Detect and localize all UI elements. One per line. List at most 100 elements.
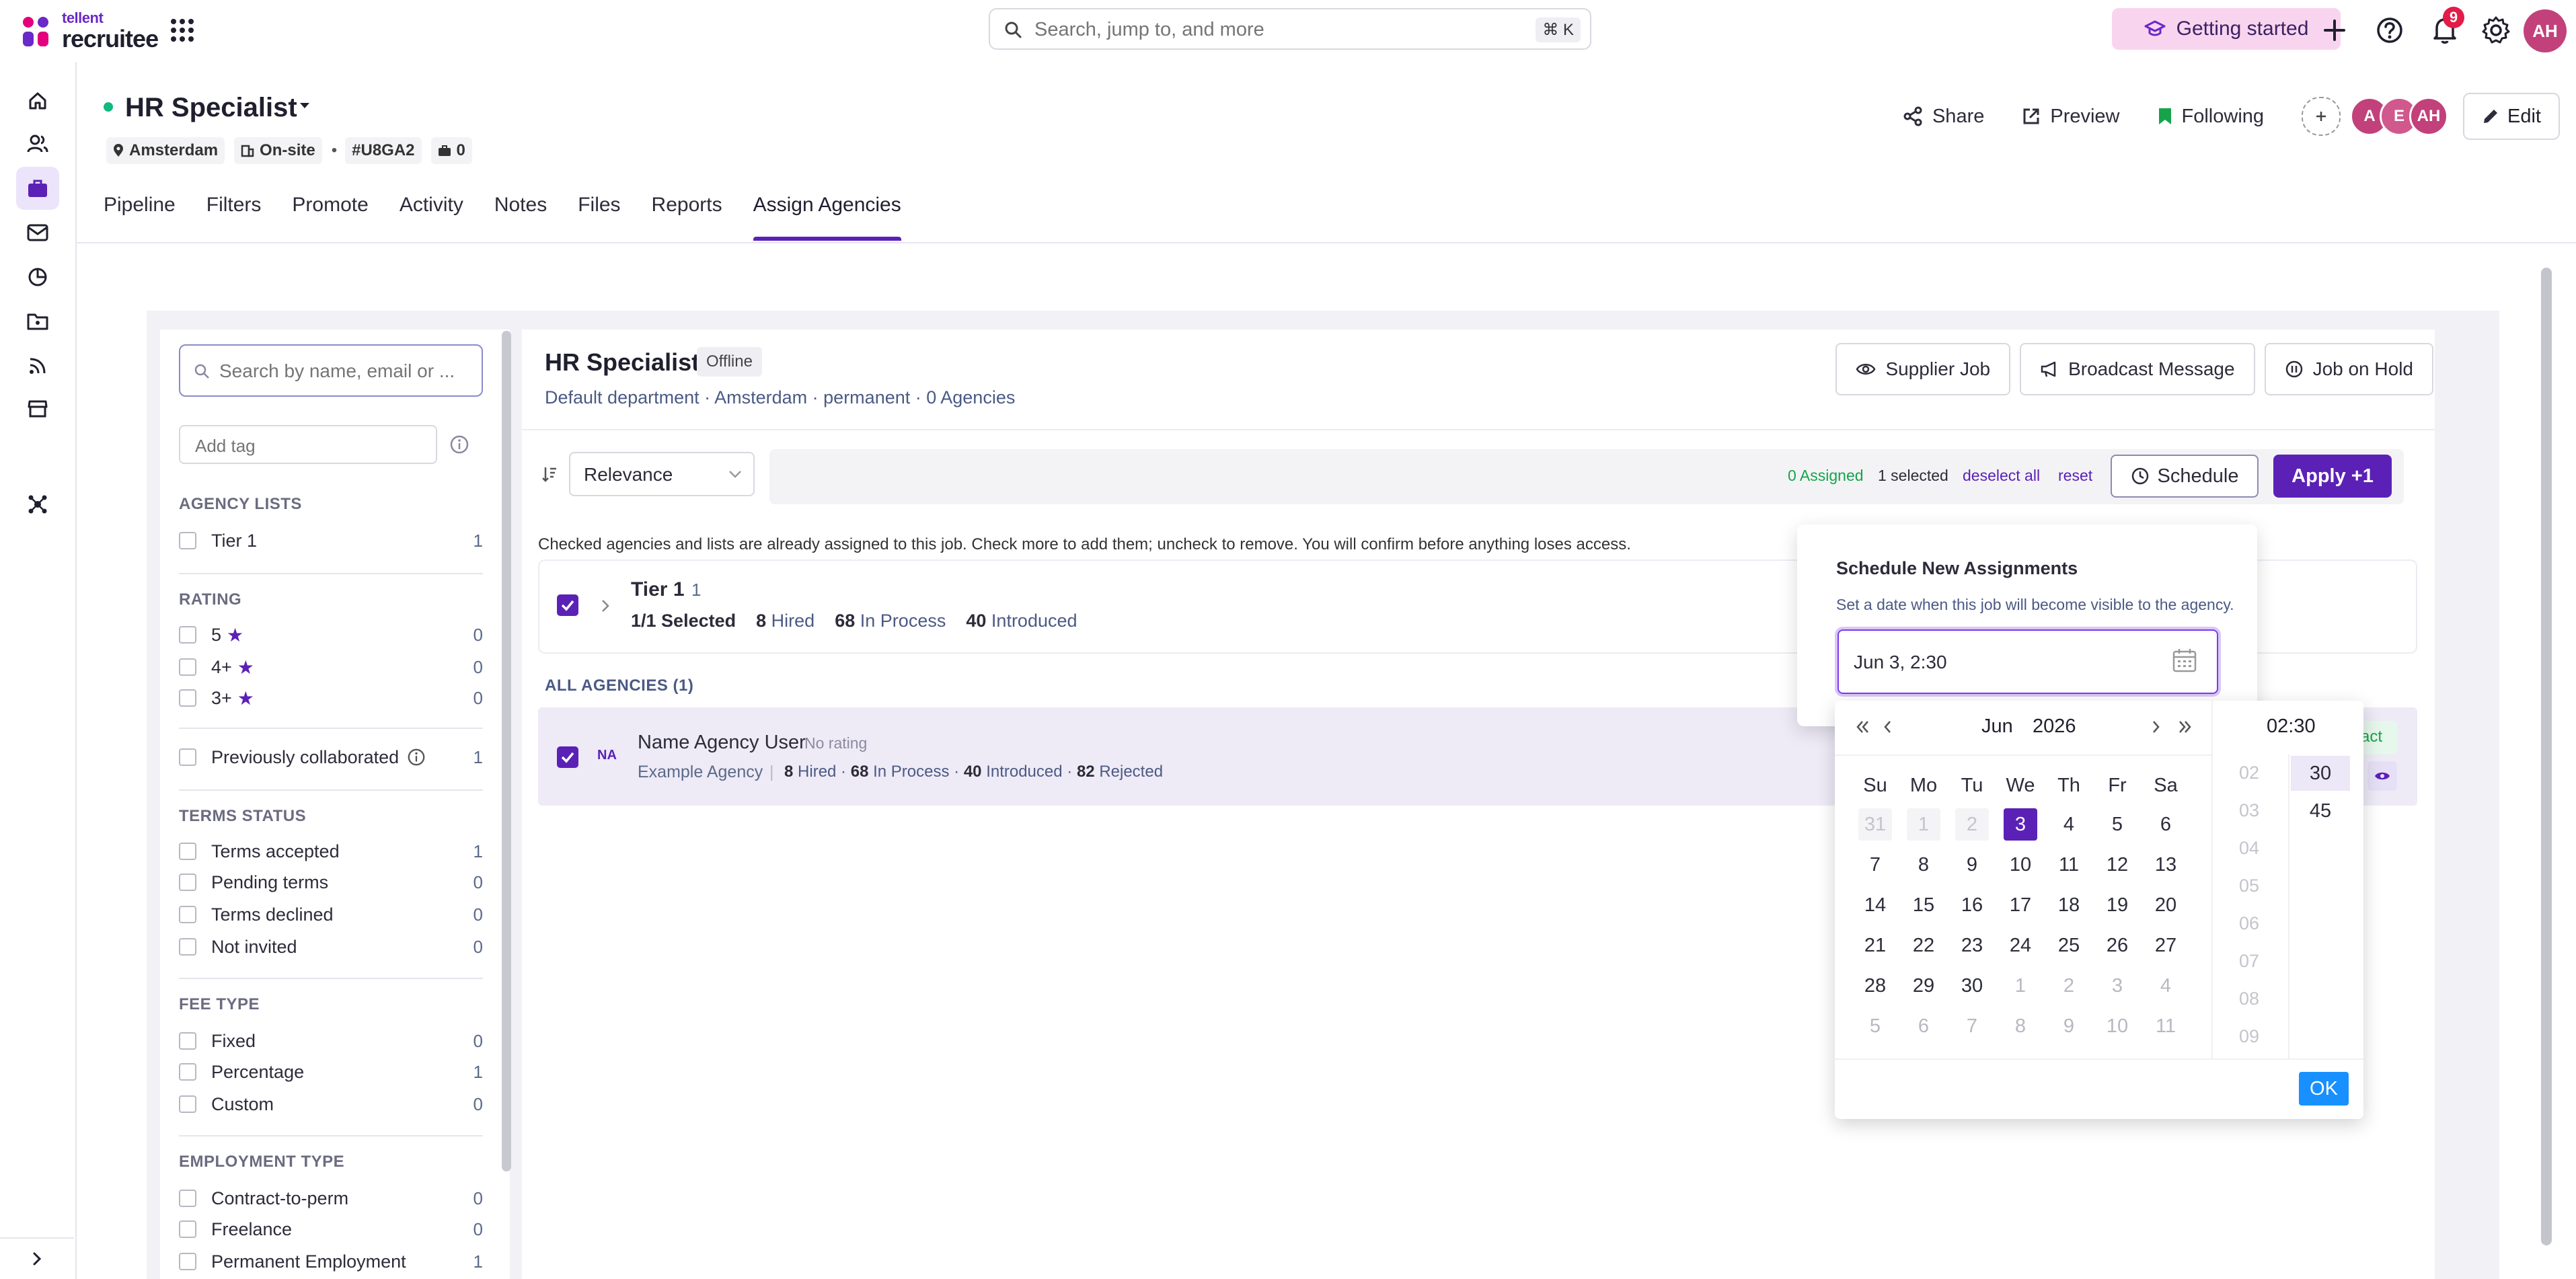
hour-option[interactable]: 03: [2234, 800, 2264, 821]
calendar-day-next-month[interactable]: 10: [2093, 1010, 2142, 1050]
calendar-day[interactable]: 21: [1851, 929, 1899, 970]
apps-grid-icon[interactable]: [167, 15, 198, 46]
candidates-icon[interactable]: [24, 130, 51, 157]
checkbox[interactable]: [179, 906, 196, 923]
share-button[interactable]: Share: [1903, 106, 1984, 128]
calendar-day[interactable]: 29: [1899, 970, 1948, 1010]
calendar-day[interactable]: 24: [1996, 929, 2045, 970]
help-icon[interactable]: [2373, 13, 2407, 47]
apply-button[interactable]: Apply +1: [2273, 455, 2392, 498]
picker-year[interactable]: 2026: [2033, 715, 2076, 738]
calendar-day-next-month[interactable]: 2: [2045, 970, 2093, 1010]
user-avatar[interactable]: AH: [2524, 9, 2567, 52]
filter-option[interactable]: Terms declined 0: [179, 901, 483, 928]
next-month-icon[interactable]: [2150, 718, 2163, 736]
tab-notes[interactable]: Notes: [494, 194, 547, 241]
next-year-icon[interactable]: [2176, 718, 2194, 736]
deselect-all-link[interactable]: deselect all: [1963, 467, 2040, 485]
calendar-day[interactable]: 19: [2093, 889, 2142, 929]
sort-select[interactable]: Relevance: [569, 452, 755, 496]
picker-month[interactable]: Jun: [1981, 715, 2013, 738]
filter-option[interactable]: Terms accepted 1: [179, 838, 483, 865]
chevron-right-icon[interactable]: [600, 598, 611, 613]
calendar-day[interactable]: 7: [1851, 849, 1899, 889]
calendar-day-next-month[interactable]: 7: [1948, 1010, 1996, 1050]
team-avatar[interactable]: AH: [2409, 97, 2449, 136]
calendar-day-next-month[interactable]: 11: [2142, 1010, 2190, 1050]
minute-option[interactable]: 45: [2291, 793, 2350, 828]
broadcast-message-button[interactable]: Broadcast Message: [2020, 343, 2255, 395]
filter-option[interactable]: Pending terms 0: [179, 869, 483, 896]
filters-scrollbar[interactable]: [502, 331, 511, 1171]
folder-icon[interactable]: [24, 308, 51, 335]
hour-option[interactable]: 02: [2234, 763, 2264, 783]
calendar-day[interactable]: 14: [1851, 889, 1899, 929]
page-scrollbar[interactable]: [2541, 268, 2552, 1245]
checkbox[interactable]: [179, 1063, 196, 1081]
prev-year-icon[interactable]: [1854, 718, 1871, 736]
calendar-day[interactable]: 4: [2045, 808, 2093, 849]
checkbox[interactable]: [179, 1190, 196, 1207]
integrations-icon[interactable]: [24, 491, 51, 518]
calendar-day-next-month[interactable]: 8: [1996, 1010, 2045, 1050]
hour-option[interactable]: 06: [2234, 913, 2264, 934]
jobs-briefcase-icon[interactable]: [16, 167, 59, 210]
filter-option[interactable]: Contract-to-perm 0: [179, 1185, 483, 1212]
checkbox[interactable]: [179, 689, 196, 707]
tab-reports[interactable]: Reports: [652, 194, 722, 241]
checkbox[interactable]: [179, 938, 196, 956]
filter-option[interactable]: Custom 0: [179, 1091, 483, 1118]
filter-option[interactable]: Tier 11: [179, 527, 483, 554]
add-tag-field[interactable]: [179, 425, 437, 464]
sort-icon[interactable]: [541, 465, 558, 483]
filter-option[interactable]: Permanent Employment 1: [179, 1248, 483, 1275]
tab-promote[interactable]: Promote: [292, 194, 368, 241]
calendar-icon[interactable]: [2171, 647, 2198, 674]
filter-option[interactable]: Not invited 0: [179, 933, 483, 960]
tab-activity[interactable]: Activity: [400, 194, 463, 241]
eye-icon[interactable]: [2367, 761, 2397, 791]
calendar-day[interactable]: 8: [1899, 849, 1948, 889]
calendar-day[interactable]: 12: [2093, 849, 2142, 889]
calendar-day-next-month[interactable]: 6: [1899, 1010, 1948, 1050]
mail-icon[interactable]: [24, 219, 51, 246]
calendar-day-selected[interactable]: 3: [1996, 808, 2045, 849]
calendar-day[interactable]: 10: [1996, 849, 2045, 889]
checkbox[interactable]: [179, 874, 196, 891]
agency-checkbox[interactable]: [557, 746, 578, 768]
checkbox[interactable]: [179, 658, 196, 676]
checkbox[interactable]: [179, 1032, 196, 1050]
tab-pipeline[interactable]: Pipeline: [104, 194, 176, 241]
filter-option[interactable]: 4+ ★ 0: [179, 654, 483, 681]
calendar-day[interactable]: 9: [1948, 849, 1996, 889]
marketplace-icon[interactable]: [24, 395, 51, 422]
calendar-day[interactable]: 26: [2093, 929, 2142, 970]
calendar-day-next-month[interactable]: 1: [1996, 970, 2045, 1010]
app-logo[interactable]: tellent recruitee: [20, 11, 159, 51]
calendar-day[interactable]: 11: [2045, 849, 2093, 889]
agency-search[interactable]: [179, 344, 483, 397]
calendar-day[interactable]: 17: [1996, 889, 2045, 929]
edit-button[interactable]: Edit: [2463, 93, 2560, 140]
calendar-day[interactable]: 13: [2142, 849, 2190, 889]
supplier-job-button[interactable]: Supplier Job: [1835, 343, 2011, 395]
checkbox[interactable]: [179, 843, 196, 860]
checkbox[interactable]: [179, 1253, 196, 1270]
job-on-hold-button[interactable]: Job on Hold: [2264, 343, 2433, 395]
home-icon[interactable]: [24, 87, 51, 114]
following-button[interactable]: Following: [2158, 106, 2264, 128]
agency-name[interactable]: Name Agency User: [638, 732, 806, 754]
add-team-member-button[interactable]: [2302, 97, 2341, 136]
calendar-day[interactable]: 5: [2093, 808, 2142, 849]
reset-link[interactable]: reset: [2058, 467, 2092, 485]
calendar-day[interactable]: 18: [2045, 889, 2093, 929]
global-search[interactable]: ⌘ K: [989, 8, 1591, 50]
filter-option[interactable]: Fixed 0: [179, 1028, 483, 1054]
plus-icon[interactable]: [2318, 13, 2351, 47]
info-icon[interactable]: [407, 748, 426, 767]
caret-down-icon[interactable]: [297, 101, 312, 110]
feed-icon[interactable]: [24, 352, 51, 379]
filter-option[interactable]: Freelance 0: [179, 1216, 483, 1243]
calendar-day[interactable]: 16: [1948, 889, 1996, 929]
hour-option[interactable]: 05: [2234, 876, 2264, 896]
